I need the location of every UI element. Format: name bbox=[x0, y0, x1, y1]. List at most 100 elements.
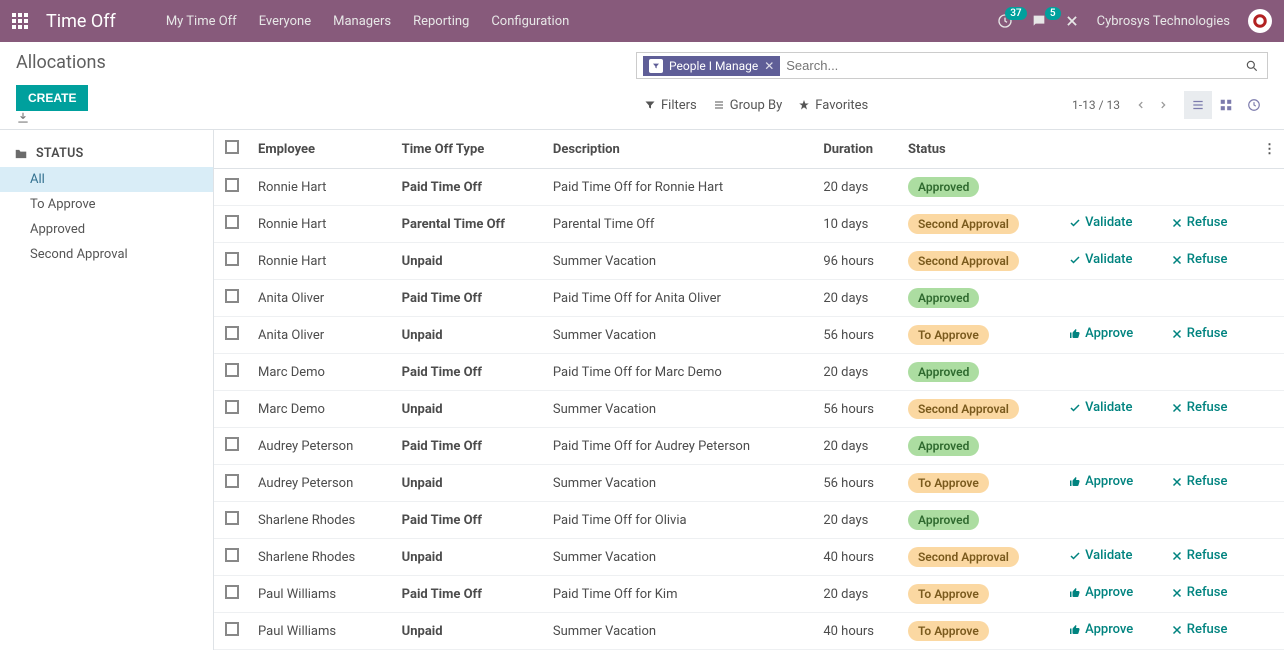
table-row[interactable]: Paul WilliamsPaid Time OffPaid Time Off … bbox=[214, 576, 1284, 613]
cell-status: Approved bbox=[900, 280, 1061, 317]
search-icon[interactable] bbox=[1243, 59, 1261, 73]
activity-icon[interactable]: 37 bbox=[997, 13, 1013, 29]
row-checkbox[interactable] bbox=[225, 289, 239, 303]
cell-status: Second Approval bbox=[900, 391, 1061, 428]
cell-description: Summer Vacation bbox=[545, 613, 815, 650]
table-row[interactable]: Anita OliverPaid Time OffPaid Time Off f… bbox=[214, 280, 1284, 317]
refuse-link[interactable]: Refuse bbox=[1171, 400, 1228, 415]
col-type[interactable]: Time Off Type bbox=[394, 130, 545, 169]
cell-type: Unpaid bbox=[394, 243, 545, 280]
row-checkbox[interactable] bbox=[225, 215, 239, 229]
messages-icon[interactable]: 5 bbox=[1031, 13, 1047, 29]
refuse-link[interactable]: Refuse bbox=[1171, 326, 1228, 341]
table-row[interactable]: Audrey PetersonUnpaidSummer Vacation56 h… bbox=[214, 465, 1284, 502]
approve-link[interactable]: Approve bbox=[1069, 326, 1133, 341]
row-checkbox[interactable] bbox=[225, 326, 239, 340]
avatar[interactable] bbox=[1248, 9, 1272, 33]
create-button[interactable]: CREATE bbox=[16, 85, 88, 111]
row-checkbox[interactable] bbox=[225, 474, 239, 488]
row-checkbox[interactable] bbox=[225, 400, 239, 414]
filter-chip-remove[interactable]: ✕ bbox=[764, 59, 774, 73]
refuse-link[interactable]: Refuse bbox=[1171, 252, 1228, 267]
view-activity-icon[interactable] bbox=[1240, 91, 1268, 119]
cell-action-2: Refuse bbox=[1163, 613, 1255, 650]
col-employee[interactable]: Employee bbox=[250, 130, 394, 169]
cell-action-1: Approve bbox=[1061, 576, 1163, 613]
approve-link[interactable]: Approve bbox=[1069, 622, 1133, 637]
table-row[interactable]: Ronnie HartParental Time OffParental Tim… bbox=[214, 206, 1284, 243]
refuse-link[interactable]: Refuse bbox=[1171, 215, 1228, 230]
cell-description: Summer Vacation bbox=[545, 317, 815, 354]
apps-icon[interactable] bbox=[12, 13, 28, 29]
row-checkbox[interactable] bbox=[225, 548, 239, 562]
approve-link[interactable]: Approve bbox=[1069, 585, 1133, 600]
validate-link[interactable]: Validate bbox=[1069, 215, 1132, 230]
cell-action-1: Validate bbox=[1061, 539, 1163, 576]
table-row[interactable]: Sharlene RhodesPaid Time OffPaid Time Of… bbox=[214, 502, 1284, 539]
sidebar-item-to-approve[interactable]: To Approve bbox=[0, 192, 213, 217]
nav-reporting[interactable]: Reporting bbox=[413, 14, 469, 29]
col-duration[interactable]: Duration bbox=[815, 130, 900, 169]
cell-type: Paid Time Off bbox=[394, 576, 545, 613]
row-checkbox[interactable] bbox=[225, 178, 239, 192]
favorites-button[interactable]: Favorites bbox=[790, 94, 876, 117]
table-row[interactable]: Marc DemoUnpaidSummer Vacation56 hoursSe… bbox=[214, 391, 1284, 428]
cell-status: Second Approval bbox=[900, 539, 1061, 576]
cell-duration: 10 days bbox=[815, 206, 900, 243]
column-options-icon[interactable]: ⋮ bbox=[1255, 130, 1284, 169]
nav-configuration[interactable]: Configuration bbox=[491, 14, 569, 29]
table-row[interactable]: Ronnie HartPaid Time OffPaid Time Off fo… bbox=[214, 169, 1284, 206]
validate-link[interactable]: Validate bbox=[1069, 252, 1132, 267]
refuse-link[interactable]: Refuse bbox=[1171, 548, 1228, 563]
table-row[interactable]: Anita OliverUnpaidSummer Vacation56 hour… bbox=[214, 317, 1284, 354]
view-list-icon[interactable] bbox=[1184, 91, 1212, 119]
approve-link[interactable]: Approve bbox=[1069, 474, 1133, 489]
cell-employee: Paul Williams bbox=[250, 576, 394, 613]
table-row[interactable]: Audrey PetersonPaid Time OffPaid Time Of… bbox=[214, 428, 1284, 465]
cell-employee: Paul Williams bbox=[250, 613, 394, 650]
filters-button[interactable]: Filters bbox=[636, 94, 705, 117]
pager-next[interactable] bbox=[1152, 98, 1174, 112]
status-badge: Second Approval bbox=[908, 399, 1019, 419]
download-icon[interactable] bbox=[16, 111, 636, 125]
validate-link[interactable]: Validate bbox=[1069, 400, 1132, 415]
col-description[interactable]: Description bbox=[545, 130, 815, 169]
cell-duration: 20 days bbox=[815, 428, 900, 465]
nav-everyone[interactable]: Everyone bbox=[259, 14, 311, 29]
view-switch bbox=[1184, 91, 1268, 119]
cell-type: Paid Time Off bbox=[394, 169, 545, 206]
sidebar-item-approved[interactable]: Approved bbox=[0, 217, 213, 242]
table-row[interactable]: Sharlene RhodesUnpaidSummer Vacation40 h… bbox=[214, 539, 1284, 576]
search-input[interactable] bbox=[780, 55, 1243, 76]
status-badge: Approved bbox=[908, 362, 979, 382]
col-status[interactable]: Status bbox=[900, 130, 1061, 169]
select-all-checkbox[interactable] bbox=[225, 140, 239, 154]
company-selector[interactable]: Cybrosys Technologies bbox=[1097, 14, 1230, 29]
view-kanban-icon[interactable] bbox=[1212, 91, 1240, 119]
row-checkbox[interactable] bbox=[225, 622, 239, 636]
row-checkbox[interactable] bbox=[225, 437, 239, 451]
table-row[interactable]: Marc DemoPaid Time OffPaid Time Off for … bbox=[214, 354, 1284, 391]
nav-my-time-off[interactable]: My Time Off bbox=[166, 14, 237, 29]
refuse-link[interactable]: Refuse bbox=[1171, 474, 1228, 489]
refuse-link[interactable]: Refuse bbox=[1171, 622, 1228, 637]
pager-prev[interactable] bbox=[1130, 98, 1152, 112]
group-by-button[interactable]: Group By bbox=[705, 94, 791, 117]
table-row[interactable]: Paul WilliamsUnpaidSummer Vacation40 hou… bbox=[214, 613, 1284, 650]
sidebar: STATUS AllTo ApproveApprovedSecond Appro… bbox=[0, 130, 214, 650]
row-checkbox[interactable] bbox=[225, 252, 239, 266]
row-checkbox[interactable] bbox=[225, 585, 239, 599]
cell-description: Summer Vacation bbox=[545, 539, 815, 576]
validate-link[interactable]: Validate bbox=[1069, 548, 1132, 563]
table-row[interactable]: Ronnie HartUnpaidSummer Vacation96 hours… bbox=[214, 243, 1284, 280]
close-icon[interactable] bbox=[1065, 14, 1079, 28]
refuse-link[interactable]: Refuse bbox=[1171, 585, 1228, 600]
brand-title[interactable]: Time Off bbox=[46, 11, 116, 32]
status-badge: Second Approval bbox=[908, 547, 1019, 567]
sidebar-item-all[interactable]: All bbox=[0, 167, 213, 192]
nav-managers[interactable]: Managers bbox=[333, 14, 391, 29]
row-checkbox[interactable] bbox=[225, 363, 239, 377]
sidebar-item-second-approval[interactable]: Second Approval bbox=[0, 242, 213, 267]
cell-employee: Ronnie Hart bbox=[250, 169, 394, 206]
row-checkbox[interactable] bbox=[225, 511, 239, 525]
